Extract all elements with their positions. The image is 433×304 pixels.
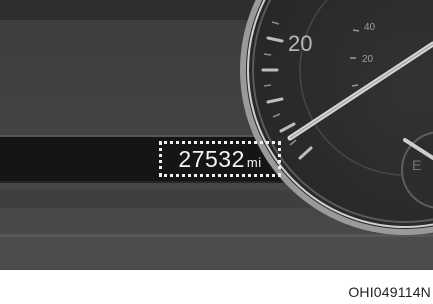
- odometer-value: 27532: [178, 145, 245, 172]
- figure-code: OHI049114N: [348, 284, 431, 300]
- gauge-number-40-small: 40: [364, 22, 376, 33]
- instrument-cluster-photo: 20 40 20 E 27532 mi: [0, 0, 433, 270]
- partial-letter-e: E: [412, 157, 421, 173]
- gauge-number-20-small: 20: [362, 54, 374, 65]
- odometer-highlight-box: 27532 mi: [159, 141, 281, 177]
- odometer-unit: mi: [246, 155, 262, 170]
- gauge-number-20: 20: [288, 31, 312, 56]
